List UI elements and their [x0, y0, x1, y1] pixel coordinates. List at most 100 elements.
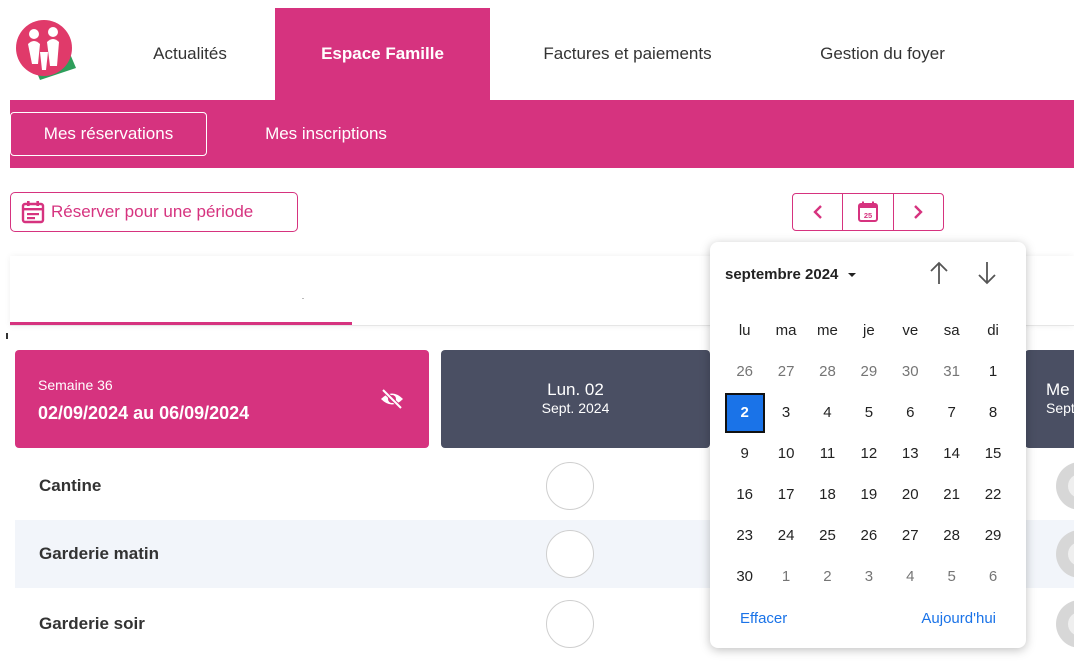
calendar-day[interactable]: 29 — [848, 363, 889, 380]
calendar-day[interactable]: 26 — [724, 363, 765, 380]
calendar-day[interactable]: 30 — [890, 363, 931, 380]
calendar-day[interactable]: 13 — [890, 445, 931, 462]
day-name: Lun. 02 — [547, 380, 604, 399]
calendar-day[interactable]: 3 — [848, 568, 889, 585]
calendar-week-row: 23 24 25 26 27 28 29 — [724, 515, 1014, 556]
calendar-day[interactable]: 25 — [807, 527, 848, 544]
next-week-button[interactable] — [892, 194, 943, 230]
calendar-day[interactable]: 27 — [890, 527, 931, 544]
caret-down-icon — [847, 273, 856, 277]
chevron-left-icon — [812, 205, 822, 219]
day-date: Sept. 2024 — [541, 400, 610, 416]
previous-month-button[interactable] — [928, 260, 950, 291]
calendar-day[interactable]: 31 — [931, 363, 972, 380]
calendar-day[interactable]: 4 — [890, 568, 931, 585]
day-date: Sept — [1046, 400, 1074, 416]
activity-label: Cantine — [39, 476, 102, 495]
reservation-toggle[interactable] — [546, 530, 594, 578]
chevron-right-icon — [914, 205, 924, 219]
calendar-icon-day: 25 — [864, 211, 872, 220]
calendar-day[interactable]: 24 — [765, 527, 806, 544]
tab-actualites[interactable]: Actualités — [120, 8, 260, 100]
subnav-mes-reservations[interactable]: Mes réservations — [10, 112, 207, 156]
sub-navigation: Mes réservations Mes inscriptions — [10, 100, 1074, 168]
tab-factures-paiements[interactable]: Factures et paiements — [505, 8, 750, 100]
week-card: Semaine 36 02/09/2024 au 06/09/2024 — [15, 350, 429, 448]
arrow-down-icon — [978, 262, 996, 285]
reservation-toggle[interactable] — [546, 600, 594, 648]
calendar-day[interactable]: 4 — [807, 404, 848, 421]
calendar-day[interactable]: 10 — [765, 445, 806, 462]
subnav-label: Mes inscriptions — [265, 124, 387, 143]
calendar-day[interactable]: 5 — [848, 404, 889, 421]
calendar-day[interactable]: 17 — [765, 486, 806, 503]
tab-label: Espace Famille — [321, 44, 444, 63]
activity-label: Garderie matin — [39, 544, 159, 563]
weekday-label: di — [987, 322, 999, 339]
calendar-day[interactable]: 16 — [724, 486, 765, 503]
tab-label: Factures et paiements — [543, 44, 712, 63]
calendar-day[interactable]: 26 — [848, 527, 889, 544]
weekday-label: lu — [738, 322, 751, 339]
reserve-period-button[interactable]: Réserver pour une période — [10, 192, 298, 232]
day-header-wednesday[interactable]: Me Sept — [1025, 350, 1074, 448]
weekday-label: ma — [775, 322, 797, 339]
calendar-day[interactable]: 3 — [765, 404, 806, 421]
activity-label: Garderie soir — [39, 614, 145, 633]
calendar-day[interactable]: 12 — [848, 445, 889, 462]
tab-espace-famille[interactable]: Espace Famille — [275, 8, 490, 100]
calendar-day[interactable]: 29 — [972, 527, 1013, 544]
tab-label: Actualités — [153, 44, 227, 63]
calendar-day[interactable]: 19 — [848, 486, 889, 503]
calendar-day[interactable]: 18 — [807, 486, 848, 503]
date-picker-popup: septembre 2024 lu ma me je ve sa di 26 2… — [710, 242, 1026, 648]
calendar-day[interactable]: 14 — [931, 445, 972, 462]
clear-date-button[interactable]: Effacer — [740, 610, 787, 627]
subnav-label: Mes réservations — [43, 124, 174, 143]
calendar-week-row: 9 10 11 12 13 14 15 — [724, 433, 1014, 474]
edge-mark — [6, 333, 8, 339]
calendar-day[interactable]: 28 — [807, 363, 848, 380]
calendar-list-icon — [21, 201, 45, 224]
calendar-day[interactable]: 15 — [972, 445, 1013, 462]
next-month-button[interactable] — [976, 260, 998, 291]
calendar-grid: lu ma me je ve sa di 26 27 28 29 30 31 1… — [724, 310, 1014, 597]
calendar-day[interactable]: 27 — [765, 363, 806, 380]
month-select[interactable]: septembre 2024 — [725, 266, 857, 283]
calendar-day[interactable]: 7 — [931, 404, 972, 421]
calendar-day[interactable]: 1 — [765, 568, 806, 585]
hide-week-button[interactable] — [379, 388, 405, 415]
calendar-day[interactable]: 11 — [807, 445, 848, 462]
calendar-day[interactable]: 30 — [724, 568, 765, 585]
tab-gestion-foyer[interactable]: Gestion du foyer — [780, 8, 985, 100]
calendar-day[interactable]: 8 — [972, 404, 1013, 421]
calendar-day[interactable]: 9 — [724, 445, 765, 462]
day-name: Me — [1046, 380, 1070, 399]
calendar-day[interactable]: 6 — [890, 404, 931, 421]
calendar-day[interactable]: 5 — [931, 568, 972, 585]
weekday-label: me — [817, 322, 838, 339]
calendar-day[interactable]: 1 — [972, 363, 1013, 380]
tab-label: Gestion du foyer — [820, 44, 945, 63]
open-calendar-button[interactable]: 25 — [842, 194, 892, 230]
app-logo[interactable] — [10, 12, 82, 88]
day-header-monday[interactable]: Lun. 02 Sept. 2024 — [441, 350, 710, 448]
calendar-day[interactable]: 20 — [890, 486, 931, 503]
week-number: Semaine 36 — [38, 377, 113, 393]
previous-week-button[interactable] — [793, 194, 842, 230]
today-button[interactable]: Aujourd'hui — [921, 610, 996, 627]
calendar-week-row: 30 1 2 3 4 5 6 — [724, 556, 1014, 597]
reservation-toggle[interactable] — [546, 462, 594, 510]
weekday-header-row: lu ma me je ve sa di — [724, 310, 1014, 351]
calendar-day[interactable]: 22 — [972, 486, 1013, 503]
calendar-day[interactable]: 28 — [931, 527, 972, 544]
calendar-day[interactable]: 21 — [931, 486, 972, 503]
calendar-icon: 25 — [857, 201, 878, 222]
calendar-day[interactable]: 2 — [807, 568, 848, 585]
subnav-mes-inscriptions[interactable]: Mes inscriptions — [242, 112, 410, 156]
calendar-day[interactable]: 6 — [972, 568, 1013, 585]
calendar-day[interactable]: 23 — [724, 527, 765, 544]
top-navigation: Actualités Espace Famille Factures et pa… — [0, 0, 1074, 100]
weekday-label: ve — [902, 322, 919, 339]
calendar-day-selected[interactable]: 2 — [724, 392, 765, 433]
